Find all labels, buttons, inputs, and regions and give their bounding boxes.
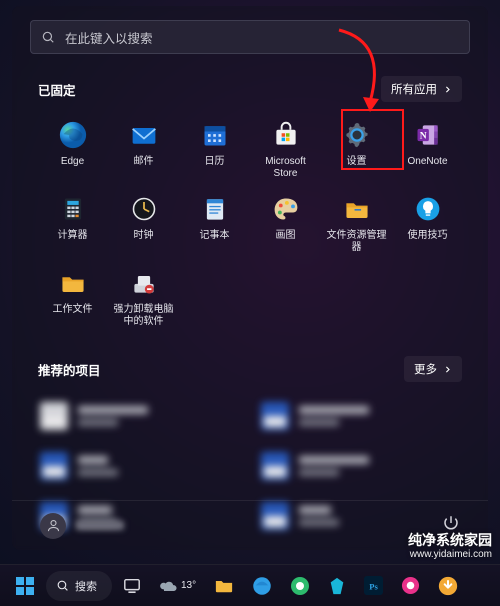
start-menu-panel: 在此键入以搜索 已固定 所有应用 Edge [12, 6, 488, 550]
app-calendar[interactable]: 日历 [180, 114, 249, 182]
app-file-explorer[interactable]: 文件资源管理器 [322, 188, 391, 256]
weather-temp: 13° [181, 580, 196, 591]
windows-icon [15, 576, 35, 596]
app-notepad[interactable]: 记事本 [180, 188, 249, 256]
taskbar-app-edge[interactable] [245, 570, 279, 602]
uninstaller-icon [129, 268, 159, 298]
task-view-icon [123, 577, 141, 595]
app-icon [401, 576, 420, 595]
calendar-icon [200, 120, 230, 150]
all-apps-button[interactable]: 所有应用 [381, 76, 462, 102]
taskbar-search-label: 搜索 [75, 578, 97, 594]
app-uninstaller[interactable]: 强力卸载电脑中的软件 [109, 262, 178, 330]
app-label: 时钟 [134, 230, 154, 242]
app-label: Microsoft Store [254, 156, 318, 180]
taskbar-app-explorer[interactable] [207, 570, 241, 602]
svg-text:N: N [419, 131, 426, 142]
watermark-title: 纯净系统家园 [408, 532, 492, 548]
mail-icon [129, 120, 159, 150]
download-icon [438, 576, 458, 596]
app-label: 画图 [276, 230, 296, 242]
app-icon [328, 577, 346, 595]
settings-icon [342, 120, 372, 150]
taskbar-app-generic-1[interactable] [321, 570, 353, 602]
edge-icon [252, 576, 272, 596]
app-edge[interactable]: Edge [38, 114, 107, 182]
search-icon [41, 30, 55, 44]
chevron-right-icon [443, 365, 452, 374]
app-label: 计算器 [58, 230, 88, 242]
taskbar-app-photoshop[interactable]: Ps [357, 570, 390, 602]
app-label: 工作文件 [53, 304, 93, 316]
app-label: 邮件 [134, 156, 154, 168]
task-view-button[interactable] [116, 570, 148, 602]
weather-icon [159, 577, 179, 595]
store-icon [271, 120, 301, 150]
folder-icon [58, 268, 88, 298]
watermark: 纯净系统家园 www.yidaimei.com [408, 532, 492, 560]
taskbar-app-generic-2[interactable] [394, 570, 427, 602]
app-microsoft-store[interactable]: Microsoft Store [251, 114, 320, 182]
pinned-grid: Edge 邮件 日 [38, 114, 462, 330]
browser-icon [290, 576, 310, 596]
search-placeholder: 在此键入以搜索 [65, 28, 153, 47]
app-label: 设置 [347, 156, 367, 168]
pinned-title: 已固定 [38, 80, 76, 99]
app-label: OneNote [407, 156, 447, 168]
calculator-icon [58, 194, 88, 224]
recommended-title: 推荐的项目 [38, 360, 101, 379]
user-account-button[interactable] [40, 513, 124, 539]
watermark-url: www.yidaimei.com [408, 549, 492, 561]
pinned-header: 已固定 所有应用 [38, 76, 462, 102]
taskbar: 搜索 13° Ps [0, 564, 500, 606]
photoshop-icon: Ps [364, 576, 383, 595]
taskbar-search[interactable]: 搜索 [46, 571, 112, 601]
taskbar-app-browser[interactable] [283, 570, 317, 602]
folder-icon [342, 194, 372, 224]
onenote-icon: N [413, 120, 443, 150]
app-calculator[interactable]: 计算器 [38, 188, 107, 256]
person-icon [46, 518, 61, 533]
app-label: Edge [61, 156, 84, 168]
chevron-right-icon [443, 85, 452, 94]
edge-icon [58, 120, 88, 150]
search-field[interactable]: 在此键入以搜索 [30, 20, 470, 54]
app-work-files[interactable]: 工作文件 [38, 262, 107, 330]
tips-icon [413, 194, 443, 224]
taskbar-app-download[interactable] [431, 570, 465, 602]
app-paint[interactable]: 画图 [251, 188, 320, 256]
app-mail[interactable]: 邮件 [109, 114, 178, 182]
svg-text:Ps: Ps [369, 581, 378, 591]
recommended-item[interactable] [259, 444, 462, 488]
recommended-header: 推荐的项目 更多 [38, 356, 462, 382]
recommended-item[interactable] [38, 444, 241, 488]
app-settings[interactable]: 设置 [322, 114, 391, 182]
folder-icon [214, 577, 234, 595]
recommended-item[interactable] [259, 394, 462, 438]
clock-icon [129, 194, 159, 224]
app-label: 强力卸载电脑中的软件 [112, 304, 176, 328]
avatar [40, 513, 66, 539]
power-icon [442, 514, 460, 532]
recommended-item[interactable] [38, 394, 241, 438]
more-label: 更多 [414, 361, 437, 377]
app-tips[interactable]: 使用技巧 [393, 188, 462, 256]
app-label: 使用技巧 [408, 230, 448, 242]
all-apps-label: 所有应用 [391, 81, 437, 97]
search-icon [56, 579, 69, 592]
start-button[interactable] [8, 570, 42, 602]
user-name [76, 521, 124, 530]
paint-icon [271, 194, 301, 224]
app-onenote[interactable]: N OneNote [393, 114, 462, 182]
app-label: 记事本 [200, 230, 230, 242]
more-button[interactable]: 更多 [404, 356, 462, 382]
app-label: 文件资源管理器 [325, 230, 389, 254]
app-label: 日历 [205, 156, 225, 168]
app-clock[interactable]: 时钟 [109, 188, 178, 256]
weather-widget[interactable]: 13° [152, 570, 203, 602]
notepad-icon [200, 194, 230, 224]
